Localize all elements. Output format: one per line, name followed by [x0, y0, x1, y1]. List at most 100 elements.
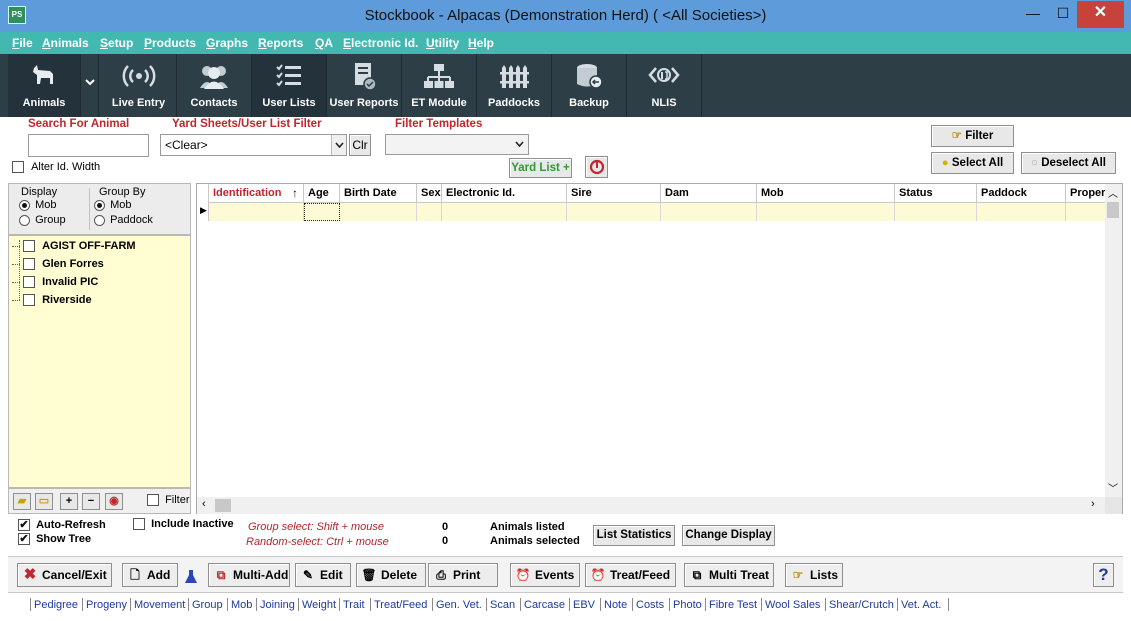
tree-filter-checkbox[interactable]: Filter [147, 494, 190, 507]
toolbar-animals[interactable]: Animals [8, 54, 81, 117]
filter-templates-select[interactable] [385, 134, 529, 155]
display-group-radio[interactable]: Group [19, 214, 66, 226]
menu-graphs[interactable]: Graphs [206, 36, 248, 50]
toolbar-paddocks[interactable]: Paddocks [477, 54, 552, 117]
grid-cell[interactable] [977, 203, 1066, 221]
link-trait[interactable]: Trait [343, 599, 365, 611]
tree-item-glen-forres[interactable]: Glen Forres [12, 258, 104, 271]
toolbar-contacts[interactable]: Contacts [177, 54, 252, 117]
refresh-button[interactable] [585, 156, 608, 178]
grid-cell[interactable] [340, 203, 417, 221]
alter-id-width-checkbox[interactable]: Alter Id. Width [12, 161, 100, 174]
yard-filter-select[interactable]: <Clear> [160, 134, 347, 156]
mob-tree[interactable] [8, 235, 191, 488]
include-inactive-checkbox[interactable]: Include Inactive [133, 518, 234, 531]
auto-refresh-checkbox[interactable]: Auto-Refresh [18, 519, 106, 532]
toolbar-backup[interactable]: Backup [552, 54, 627, 117]
group-by-paddock-radio[interactable]: Paddock [94, 214, 153, 226]
link-group[interactable]: Group [192, 599, 223, 611]
tree-filter-checkbox-box[interactable] [147, 494, 159, 507]
toolbar-et-module[interactable]: ET Module [402, 54, 477, 117]
tree-checkbox[interactable] [23, 240, 35, 253]
link-carcase[interactable]: Carcase [524, 599, 565, 611]
flask-icon[interactable] [184, 569, 200, 585]
toolbar-animals-dropdown[interactable] [81, 54, 99, 117]
edit-button[interactable]: ✎ Edit [295, 563, 351, 587]
display-mob-radio-dot[interactable] [19, 199, 30, 211]
grid-cell[interactable] [209, 203, 304, 221]
display-group-radio-dot[interactable] [19, 214, 30, 226]
chevron-up-icon[interactable]: ︿ [1108, 185, 1118, 200]
link-treat-feed[interactable]: Treat/Feed [374, 599, 427, 611]
grid-cell[interactable] [757, 203, 895, 221]
auto-refresh-box[interactable] [18, 519, 30, 532]
tree-item-riverside[interactable]: Riverside [12, 294, 92, 307]
link-gen-vet[interactable]: Gen. Vet. [436, 599, 482, 611]
col-sire[interactable]: Sire [567, 184, 661, 203]
menu-setup[interactable]: Setup [100, 36, 133, 50]
tree-item-invalid-pic[interactable]: Invalid PIC [12, 276, 98, 289]
link-wool-sales[interactable]: Wool Sales [765, 599, 820, 611]
grid-cell[interactable] [1066, 203, 1105, 221]
col-property[interactable]: Proper [1066, 184, 1105, 203]
tree-checkbox[interactable] [23, 276, 35, 289]
folder-icon[interactable]: ▭ [35, 493, 53, 510]
menu-file[interactable]: File [12, 36, 33, 50]
group-by-mob-radio[interactable]: Mob [94, 199, 131, 211]
link-weight[interactable]: Weight [302, 599, 336, 611]
link-scan[interactable]: Scan [490, 599, 515, 611]
toolbar-live-entry[interactable]: Live Entry [101, 54, 177, 117]
menu-reports[interactable]: Reports [258, 36, 303, 50]
col-age[interactable]: Age [304, 184, 340, 203]
multi-add-button[interactable]: ⧉ Multi-Add [208, 563, 290, 587]
menu-qa[interactable]: QA [315, 36, 333, 50]
add-button[interactable]: 🗋 Add [122, 563, 178, 587]
yard-list-button[interactable]: Yard List + [509, 158, 572, 178]
show-tree-checkbox[interactable]: Show Tree [18, 533, 91, 546]
link-photo[interactable]: Photo [673, 599, 702, 611]
link-pedigree[interactable]: Pedigree [34, 599, 78, 611]
chevron-down-icon[interactable] [512, 135, 526, 154]
help-button[interactable]: ? [1093, 563, 1114, 587]
grid-cell[interactable] [895, 203, 977, 221]
treat-feed-button[interactable]: ⏰ Treat/Feed [585, 563, 676, 587]
animal-grid[interactable]: ▶ Identification ↑ Age Birth Date Sex El… [196, 183, 1123, 514]
grid-cell[interactable] [567, 203, 661, 221]
maximize-button[interactable]: ☐ [1049, 1, 1077, 28]
scroll-thumb[interactable] [1107, 202, 1119, 218]
toolbar-user-lists[interactable]: User Lists [252, 54, 327, 117]
col-identification[interactable]: Identification ↑ [209, 184, 304, 203]
toolbar-user-reports[interactable]: User Reports [327, 54, 402, 117]
grid-cell-focused[interactable] [304, 203, 340, 221]
collapse-icon[interactable]: − [82, 493, 100, 510]
alter-id-checkbox-box[interactable] [12, 161, 24, 174]
link-progeny[interactable]: Progeny [86, 599, 127, 611]
col-paddock[interactable]: Paddock [977, 184, 1066, 203]
minimize-button[interactable]: — [1019, 1, 1047, 28]
vertical-scrollbar[interactable]: ︿ ﹀ [1105, 184, 1122, 497]
menu-help[interactable]: Help [468, 36, 494, 50]
menu-animals[interactable]: Animals [42, 36, 89, 50]
print-button[interactable]: ⎙ Print [428, 563, 498, 587]
delete-button[interactable]: 🗑 Delete [356, 563, 426, 587]
link-shear-crutch[interactable]: Shear/Crutch [829, 599, 894, 611]
clear-button[interactable]: Clr [349, 134, 371, 156]
link-costs[interactable]: Costs [636, 599, 664, 611]
link-movement[interactable]: Movement [134, 599, 185, 611]
link-joining[interactable]: Joining [260, 599, 295, 611]
select-all-button[interactable]: ● Select All [931, 152, 1014, 174]
open-folder-icon[interactable]: ▰ [13, 493, 31, 510]
show-tree-box[interactable] [18, 533, 30, 546]
events-button[interactable]: ⏰ Events [510, 563, 580, 587]
col-status[interactable]: Status [895, 184, 977, 203]
multi-treat-button[interactable]: ⧉ Multi Treat [684, 563, 774, 587]
refresh-icon[interactable]: ◉ [105, 493, 123, 510]
col-electronic-id[interactable]: Electronic Id. [442, 184, 567, 203]
col-mob[interactable]: Mob [757, 184, 895, 203]
lists-button[interactable]: ☞ Lists [785, 563, 843, 587]
chevron-down-icon[interactable]: ﹀ [1108, 480, 1118, 495]
include-inactive-box[interactable] [133, 518, 145, 531]
expand-icon[interactable]: + [60, 493, 78, 510]
chevron-down-icon[interactable] [331, 135, 346, 155]
tree-checkbox[interactable] [23, 294, 35, 307]
